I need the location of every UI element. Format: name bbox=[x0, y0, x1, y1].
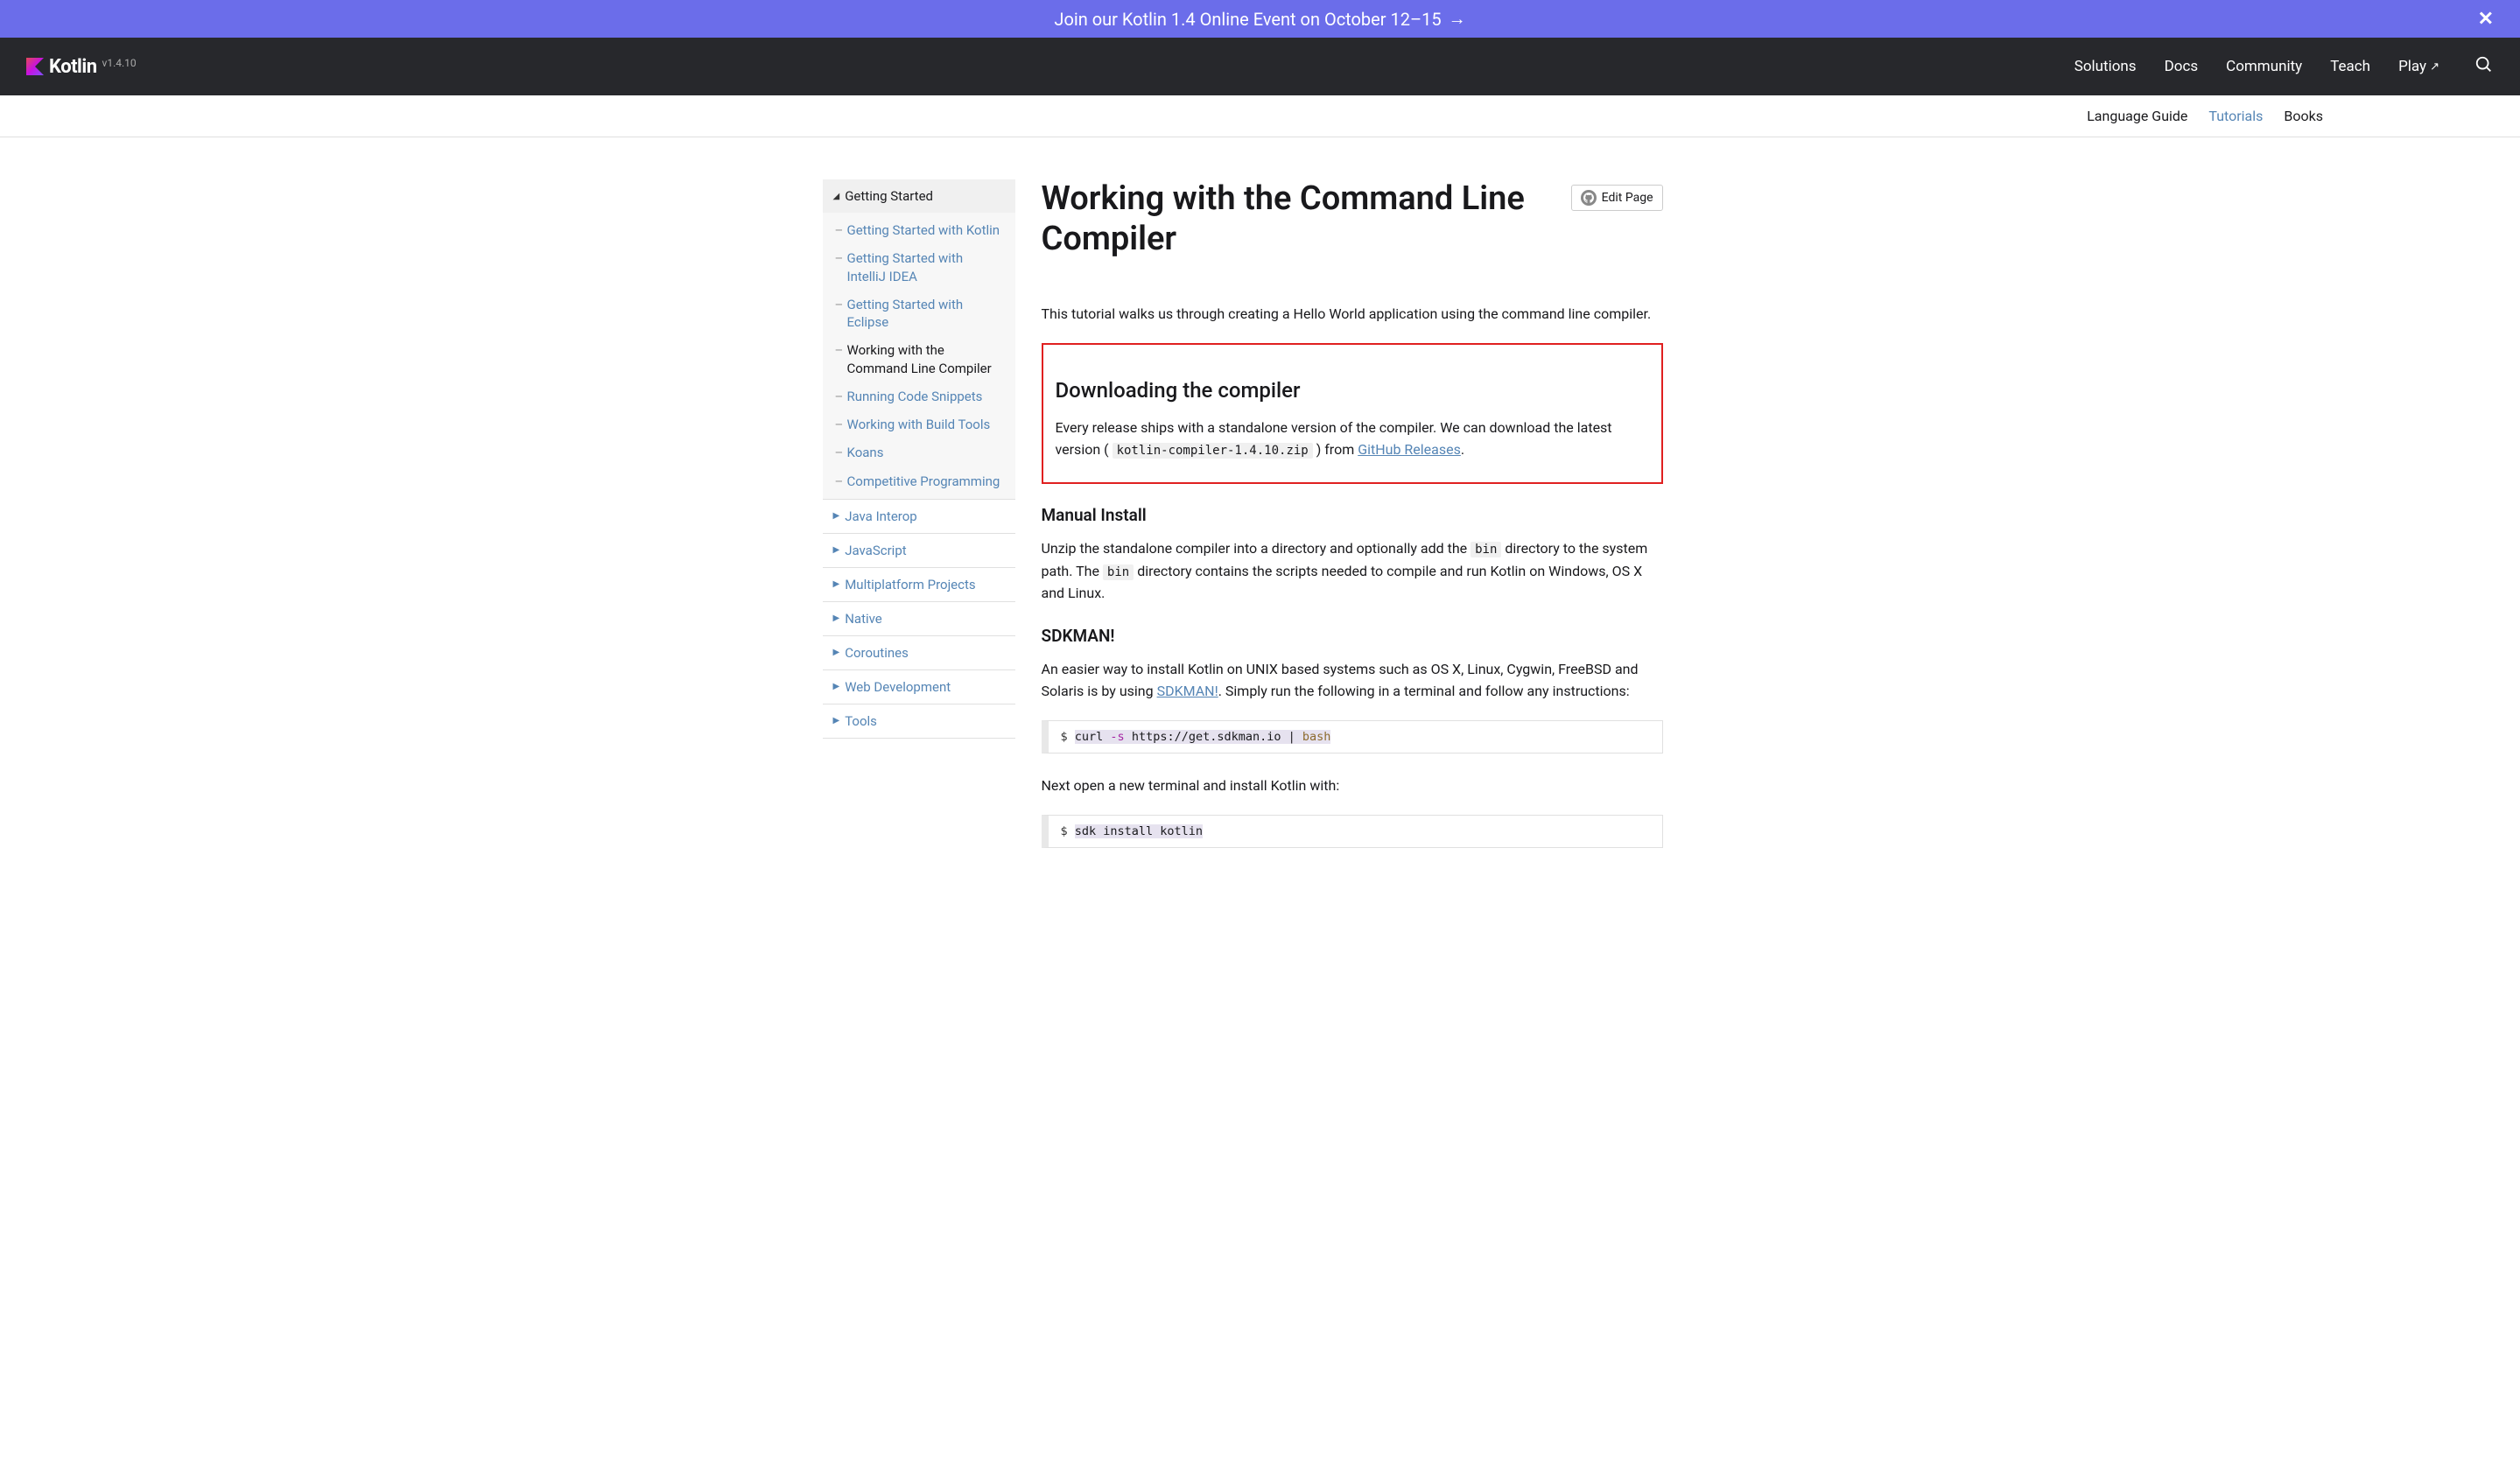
sidebar-section-label: Tools bbox=[845, 713, 877, 729]
nav-teach[interactable]: Teach bbox=[2330, 58, 2370, 75]
search-icon[interactable] bbox=[2474, 55, 2494, 78]
sidebar-sublist: Getting Started with Kotlin Getting Star… bbox=[823, 213, 1015, 499]
triangle-right-icon: ▶ bbox=[833, 579, 840, 589]
logo-text: Kotlin bbox=[49, 56, 97, 78]
highlighted-section: Downloading the compiler Every release s… bbox=[1042, 343, 1663, 484]
sidebar-item-build-tools[interactable]: Working with Build Tools bbox=[823, 410, 1015, 438]
sidebar-section-web[interactable]: ▶ Web Development bbox=[823, 670, 1015, 704]
sidebar-item-competitive[interactable]: Competitive Programming bbox=[823, 467, 1015, 495]
external-link-icon: ↗ bbox=[2430, 60, 2439, 74]
triangle-down-icon: ◢ bbox=[833, 192, 840, 201]
edit-page-button[interactable]: Edit Page bbox=[1571, 185, 1663, 211]
code-block-sdk-install: $ sdk install kotlin bbox=[1042, 815, 1663, 848]
nav-docs[interactable]: Docs bbox=[2165, 58, 2199, 75]
download-paragraph: Every release ships with a standalone ve… bbox=[1056, 417, 1649, 461]
heading-manual-install: Manual Install bbox=[1042, 505, 1663, 525]
banner-text: Join our Kotlin 1.4 Online Event on Octo… bbox=[1054, 9, 1441, 30]
event-banner[interactable]: Join our Kotlin 1.4 Online Event on Octo… bbox=[0, 0, 2520, 38]
main-content: Working with the Command Line Compiler E… bbox=[1015, 179, 1663, 869]
arrow-right-icon: → bbox=[1449, 8, 1466, 30]
github-releases-link[interactable]: GitHub Releases bbox=[1358, 441, 1461, 458]
sidebar-section-label: Java Interop bbox=[845, 508, 917, 524]
sidebar-section-label: Coroutines bbox=[845, 645, 909, 661]
sidebar-section-native[interactable]: ▶ Native bbox=[823, 602, 1015, 635]
sidebar-section-tools[interactable]: ▶ Tools bbox=[823, 704, 1015, 738]
nav-community[interactable]: Community bbox=[2226, 58, 2302, 75]
heading-sdkman: SDKMAN! bbox=[1042, 626, 1663, 646]
intro-paragraph: This tutorial walks us through creating … bbox=[1042, 303, 1663, 326]
sdkman-link[interactable]: SDKMAN! bbox=[1157, 683, 1218, 699]
bin-code: bin bbox=[1103, 564, 1134, 580]
github-icon bbox=[1581, 190, 1597, 206]
manual-install-paragraph: Unzip the standalone compiler into a dir… bbox=[1042, 537, 1663, 605]
sidebar-item-eclipse[interactable]: Getting Started with Eclipse bbox=[823, 291, 1015, 337]
triangle-right-icon: ▶ bbox=[833, 545, 840, 555]
subnav-books[interactable]: Books bbox=[2284, 108, 2323, 124]
sidebar-section-label: Web Development bbox=[845, 679, 951, 695]
sidebar-section-getting-started[interactable]: ◢ Getting Started bbox=[823, 179, 1015, 213]
compiler-filename-code: kotlin-compiler-1.4.10.zip bbox=[1113, 443, 1313, 459]
nav-play[interactable]: Play ↗ bbox=[2398, 58, 2439, 75]
version-label: v1.4.10 bbox=[102, 57, 137, 69]
sidebar-section-label: Native bbox=[845, 611, 882, 627]
triangle-right-icon: ▶ bbox=[833, 648, 840, 657]
triangle-right-icon: ▶ bbox=[833, 716, 840, 725]
next-terminal-paragraph: Next open a new terminal and install Kot… bbox=[1042, 775, 1663, 797]
sidebar-section-label: Getting Started bbox=[845, 188, 933, 204]
nav-solutions[interactable]: Solutions bbox=[2074, 58, 2137, 75]
sidebar-item-command-line[interactable]: Working with the Command Line Compiler bbox=[823, 336, 1015, 382]
sidebar-section-label: JavaScript bbox=[845, 543, 906, 558]
sidebar-section-java-interop[interactable]: ▶ Java Interop bbox=[823, 500, 1015, 533]
triangle-right-icon: ▶ bbox=[833, 511, 840, 521]
sidebar-item-koans[interactable]: Koans bbox=[823, 438, 1015, 466]
page-title: Working with the Command Line Compiler bbox=[1042, 179, 1557, 259]
subnav-tutorials[interactable]: Tutorials bbox=[2208, 108, 2263, 124]
triangle-right-icon: ▶ bbox=[833, 682, 840, 691]
kotlin-logo-icon bbox=[26, 58, 44, 75]
sidebar: ◢ Getting Started Getting Started with K… bbox=[823, 179, 1015, 869]
sidebar-item-intellij[interactable]: Getting Started with IntelliJ IDEA bbox=[823, 244, 1015, 291]
sidebar-section-multiplatform[interactable]: ▶ Multiplatform Projects bbox=[823, 568, 1015, 601]
code-block-curl: $ curl -s https://get.sdkman.io | bash bbox=[1042, 720, 1663, 754]
logo[interactable]: Kotlin v1.4.10 bbox=[26, 56, 137, 78]
sdkman-paragraph: An easier way to install Kotlin on UNIX … bbox=[1042, 658, 1663, 703]
sidebar-section-coroutines[interactable]: ▶ Coroutines bbox=[823, 636, 1015, 669]
bin-code: bin bbox=[1471, 542, 1501, 557]
sidebar-item-kotlin[interactable]: Getting Started with Kotlin bbox=[823, 216, 1015, 244]
nav-play-label: Play bbox=[2398, 58, 2426, 75]
sidebar-section-javascript[interactable]: ▶ JavaScript bbox=[823, 534, 1015, 567]
close-icon[interactable]: ✕ bbox=[2478, 8, 2494, 30]
sub-nav: Language Guide Tutorials Books bbox=[0, 95, 2520, 137]
top-nav: Kotlin v1.4.10 Solutions Docs Community … bbox=[0, 38, 2520, 95]
sidebar-section-label: Multiplatform Projects bbox=[845, 577, 975, 592]
heading-downloading: Downloading the compiler bbox=[1056, 378, 1649, 403]
edit-page-label: Edit Page bbox=[1602, 191, 1653, 205]
triangle-right-icon: ▶ bbox=[833, 613, 840, 623]
subnav-language-guide[interactable]: Language Guide bbox=[2087, 108, 2187, 124]
sidebar-item-snippets[interactable]: Running Code Snippets bbox=[823, 382, 1015, 410]
